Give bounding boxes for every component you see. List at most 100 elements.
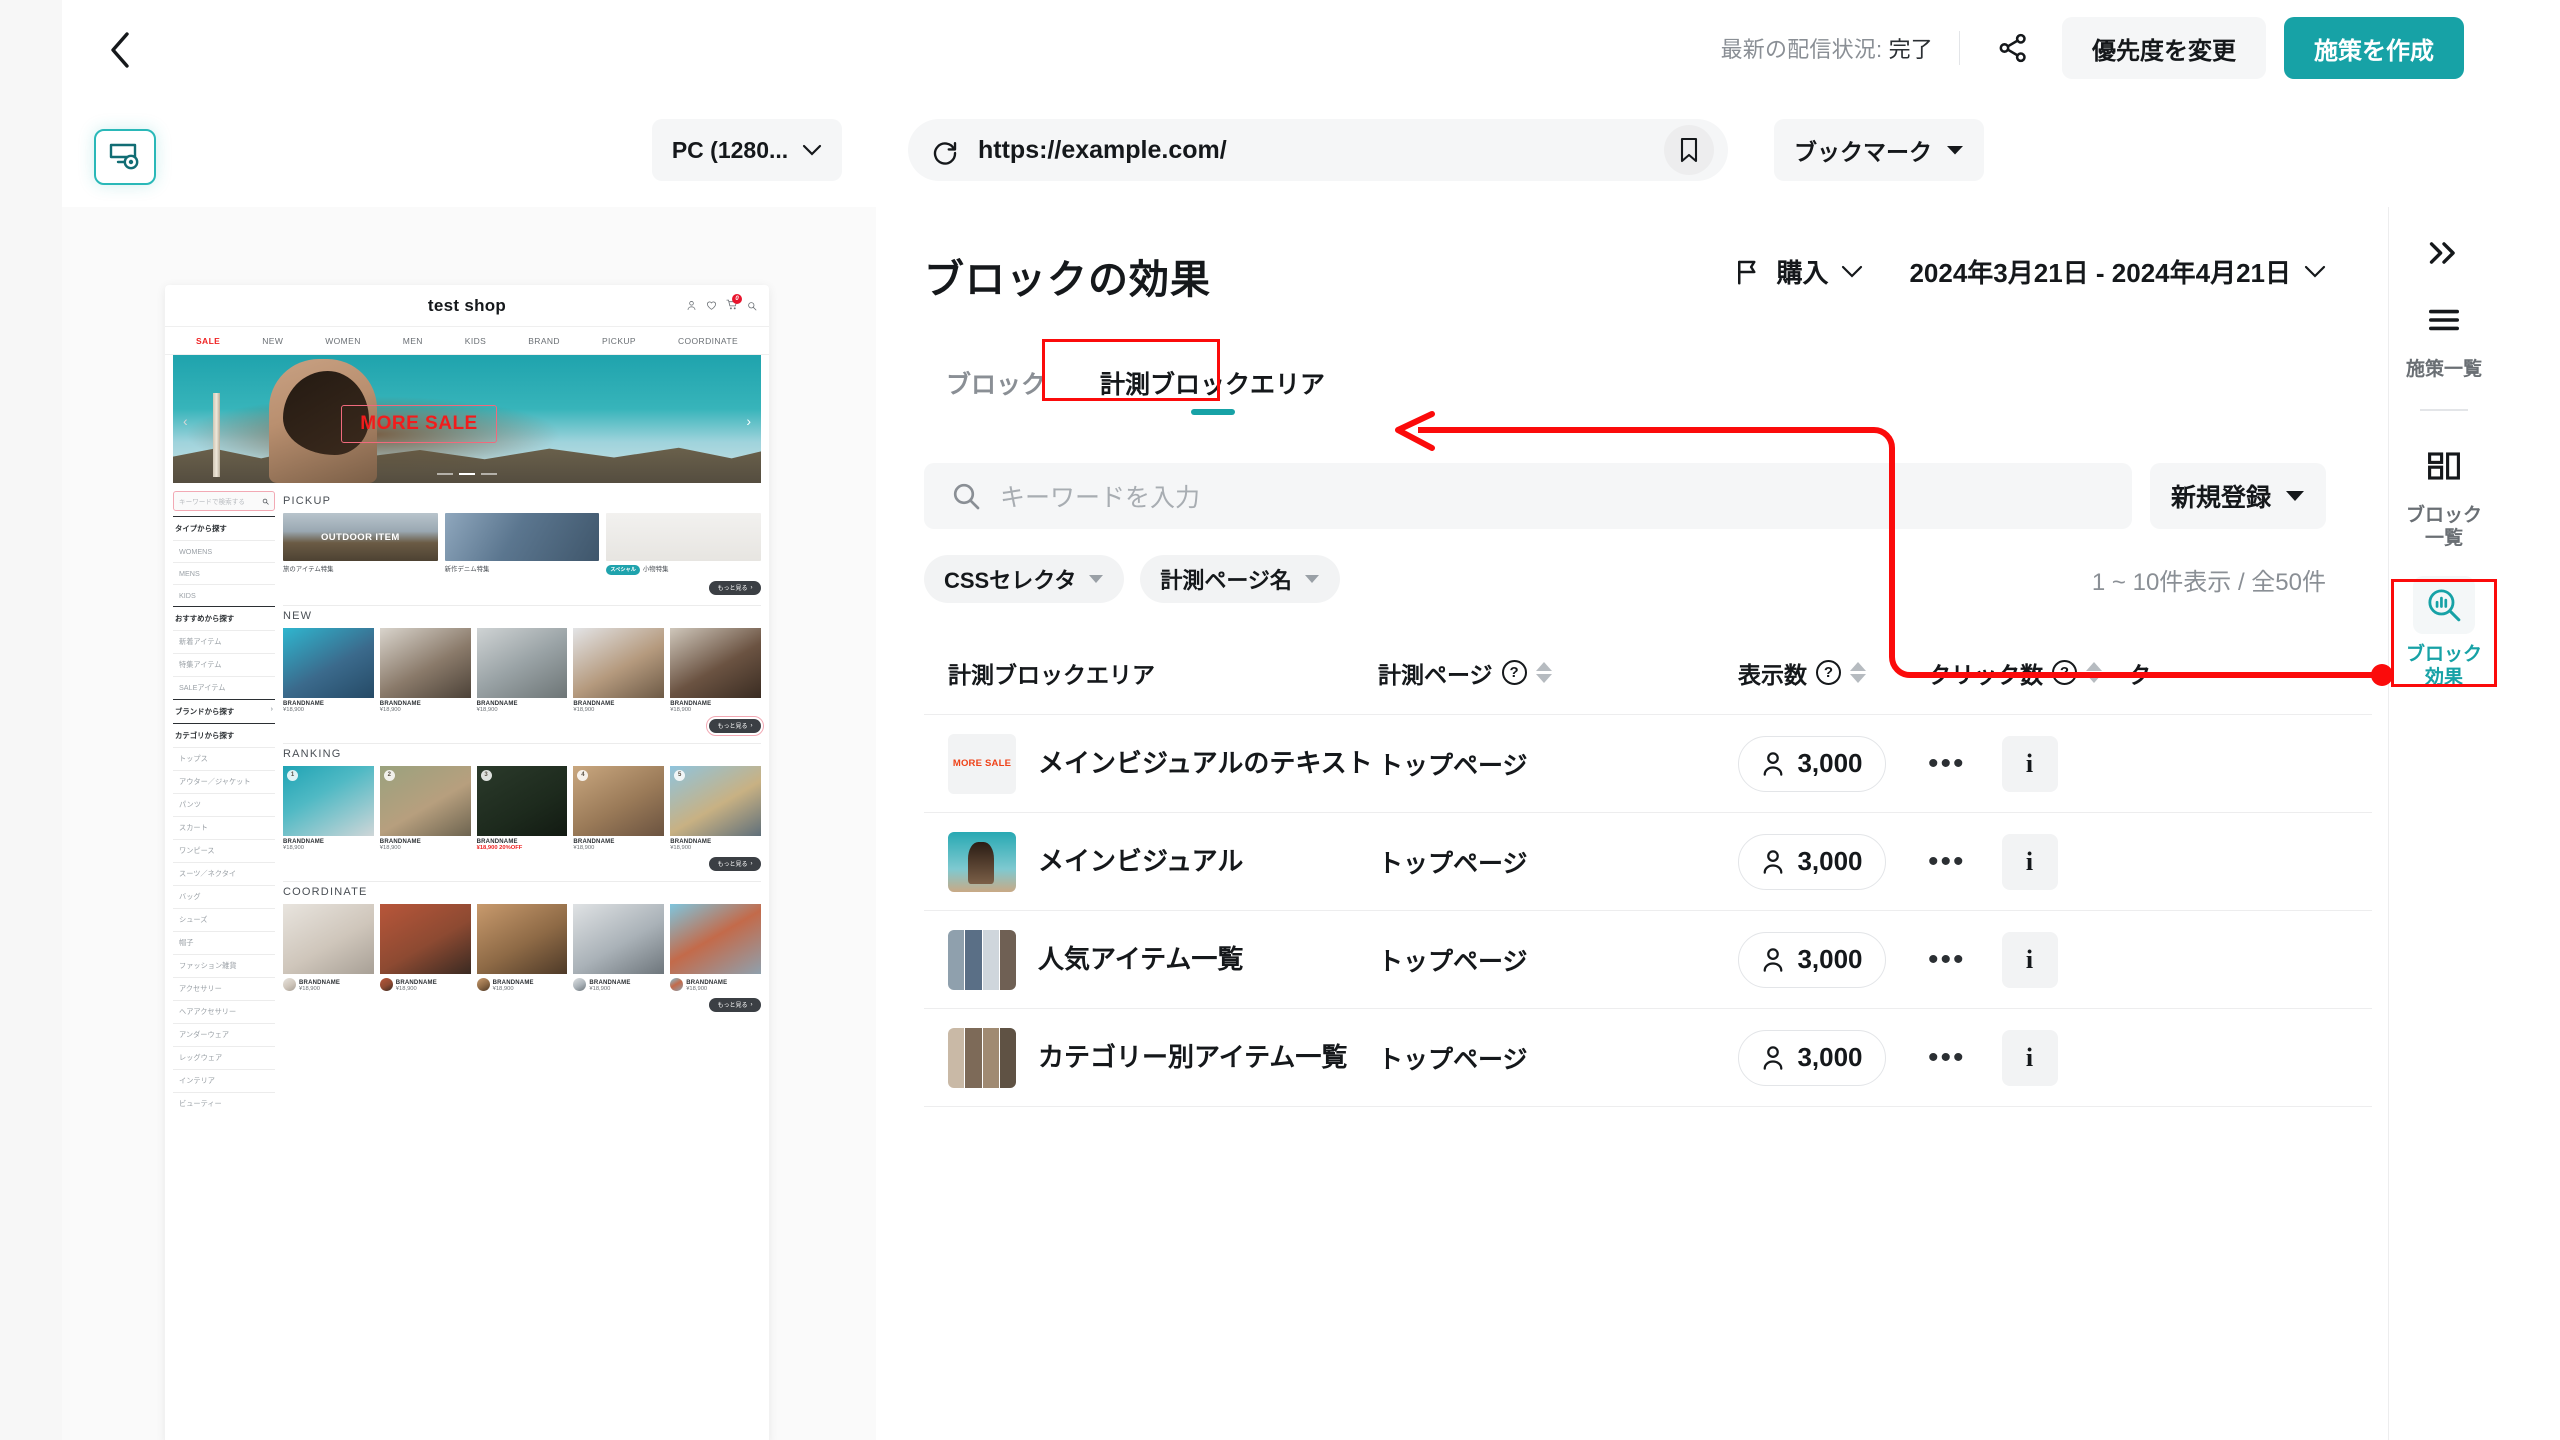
- product-card[interactable]: BRANDNAME ¥18,900: [476, 627, 568, 713]
- table-row[interactable]: MORE SALE メインビジュアルのテキスト トップページ 3,000 •••…: [924, 715, 2372, 813]
- url-field[interactable]: https://example.com/: [908, 119, 1728, 181]
- ranking-more-button[interactable]: もっと見る ›: [709, 856, 761, 871]
- shop-side-item[interactable]: スカート: [173, 816, 275, 839]
- filter-css-selector[interactable]: CSSセレクタ: [924, 555, 1125, 603]
- product-card[interactable]: BRANDNAME ¥18,900: [670, 627, 761, 713]
- table-row[interactable]: メインビジュアル トップページ 3,000 ••• i: [924, 813, 2372, 911]
- column-header-clicks[interactable]: クリック数 ?: [1928, 656, 2128, 690]
- heart-icon[interactable]: [706, 300, 717, 311]
- product-card[interactable]: BRANDNAME ¥18,900: [670, 903, 761, 992]
- date-range-select[interactable]: 2024年3月21日 - 2024年4月21日: [1909, 253, 2326, 290]
- shop-side-item[interactable]: シューズ: [173, 908, 275, 931]
- shop-nav-sale[interactable]: SALE: [196, 336, 220, 346]
- shop-nav-women[interactable]: WOMEN: [325, 336, 361, 346]
- shop-side-item[interactable]: レッグウェア: [173, 1046, 275, 1069]
- pickup-card[interactable]: 新作デニム特集: [444, 513, 600, 575]
- shop-nav-men[interactable]: MEN: [403, 336, 423, 346]
- new-more-button[interactable]: もっと見る ›: [706, 715, 764, 736]
- bookmark-select[interactable]: ブックマーク: [1774, 119, 1984, 181]
- shop-nav-coordinate[interactable]: COORDINATE: [678, 336, 738, 346]
- reload-icon[interactable]: [930, 135, 960, 165]
- search-icon[interactable]: [747, 301, 757, 311]
- shop-side-group[interactable]: ブランドから探す ›: [173, 699, 275, 723]
- product-card[interactable]: BRANDNAME ¥18,900: [573, 903, 665, 992]
- shop-nav-kids[interactable]: KIDS: [465, 336, 486, 346]
- shop-side-item[interactable]: アクセサリー: [173, 977, 275, 1000]
- hero-prev-icon[interactable]: ‹: [183, 413, 188, 429]
- shop-side-item[interactable]: インテリア: [173, 1069, 275, 1092]
- hero-banner[interactable]: MORE SALE ‹ ›: [173, 355, 761, 483]
- sort-toggle-icon[interactable]: [1535, 662, 1552, 683]
- help-icon[interactable]: ?: [1816, 660, 1841, 685]
- product-card[interactable]: 5 BRANDNAME ¥18,900: [670, 765, 761, 851]
- coordinate-more-button[interactable]: もっと見る ›: [709, 997, 761, 1012]
- info-icon[interactable]: i: [2001, 931, 2058, 988]
- shop-side-item[interactable]: バッグ: [173, 885, 275, 908]
- product-card[interactable]: BRANDNAME ¥18,900: [283, 903, 374, 992]
- back-button[interactable]: [96, 26, 144, 74]
- more-horizontal-icon[interactable]: •••: [1928, 846, 1966, 876]
- product-card[interactable]: 1 BRANDNAME ¥18,900: [283, 765, 374, 851]
- shop-side-item[interactable]: アウター／ジャケット: [173, 770, 275, 793]
- shop-side-item[interactable]: ファッション雑貨: [173, 954, 275, 977]
- shop-search-box[interactable]: キーワードで検索する: [173, 491, 275, 511]
- more-horizontal-icon[interactable]: •••: [1928, 748, 1966, 778]
- product-card[interactable]: 3 BRANDNAME ¥18,900 20%OFF: [476, 765, 568, 851]
- shop-side-item[interactable]: アンダーウェア: [173, 1023, 275, 1046]
- product-card[interactable]: BRANDNAME ¥18,900: [379, 627, 471, 713]
- shop-side-item[interactable]: SALEアイテム: [173, 676, 275, 699]
- shop-side-item[interactable]: 帽子: [173, 931, 275, 954]
- change-priority-button[interactable]: 優先度を変更: [2062, 17, 2266, 79]
- search-input[interactable]: キーワードを入力: [924, 463, 2132, 529]
- shop-side-item[interactable]: ヘアアクセサリー: [173, 1000, 275, 1023]
- help-icon[interactable]: ?: [2052, 660, 2077, 685]
- shop-side-item[interactable]: ワンピース: [173, 839, 275, 862]
- sort-toggle-icon[interactable]: [2086, 662, 2102, 683]
- hero-next-icon[interactable]: ›: [746, 413, 751, 429]
- shop-side-group[interactable]: おすすめから探す: [173, 606, 275, 630]
- rail-expand-button[interactable]: [2416, 225, 2472, 281]
- goal-select[interactable]: 購入: [1733, 253, 1863, 290]
- rail-item-block-list[interactable]: ブロック 一覧: [2389, 425, 2499, 564]
- sort-toggle-icon[interactable]: [1850, 662, 1866, 683]
- new-register-button[interactable]: 新規登録: [2150, 463, 2326, 529]
- shop-side-item[interactable]: トップス: [173, 747, 275, 770]
- shop-side-item[interactable]: パンツ: [173, 793, 275, 816]
- info-icon[interactable]: i: [2001, 833, 2058, 890]
- shop-side-group[interactable]: カテゴリから探す: [173, 723, 275, 747]
- product-card[interactable]: 2 BRANDNAME ¥18,900: [379, 765, 471, 851]
- shop-side-item[interactable]: 新着アイテム: [173, 630, 275, 653]
- shop-side-item[interactable]: WOMENS: [173, 540, 275, 562]
- column-header-page[interactable]: 計測ページ ?: [1378, 656, 1738, 690]
- more-horizontal-icon[interactable]: •••: [1928, 1042, 1966, 1072]
- pickup-more-button[interactable]: もっと見る ›: [709, 580, 761, 595]
- pickup-card[interactable]: スペシャル 小物特集: [606, 513, 762, 575]
- table-row[interactable]: 人気アイテム一覧 トップページ 3,000 ••• i: [924, 911, 2372, 1009]
- shop-side-item[interactable]: 特集アイテム: [173, 653, 275, 676]
- rail-item-measure-list[interactable]: 施策一覧: [2389, 279, 2499, 395]
- product-card[interactable]: BRANDNAME ¥18,900: [379, 903, 471, 992]
- account-icon[interactable]: [686, 300, 697, 311]
- shop-nav-pickup[interactable]: PICKUP: [602, 336, 636, 346]
- filter-page-name[interactable]: 計測ページ名: [1140, 555, 1340, 603]
- shop-side-group[interactable]: タイプから探す: [173, 516, 275, 540]
- product-card[interactable]: 4 BRANDNAME ¥18,900: [573, 765, 665, 851]
- bookmark-toggle-button[interactable]: [1664, 125, 1714, 175]
- product-card[interactable]: BRANDNAME ¥18,900: [283, 627, 374, 713]
- tab-block[interactable]: ブロック: [924, 355, 1068, 421]
- create-measure-button[interactable]: 施策を作成: [2284, 17, 2464, 79]
- cart-wrap[interactable]: 0: [726, 294, 742, 312]
- share-button[interactable]: [1986, 21, 2040, 75]
- pickup-card[interactable]: OUTDOOR ITEM 旅のアイテム特集: [283, 513, 438, 575]
- product-card[interactable]: BRANDNAME ¥18,900: [476, 903, 568, 992]
- product-card[interactable]: BRANDNAME ¥18,900: [573, 627, 665, 713]
- shop-nav-new[interactable]: NEW: [262, 336, 283, 346]
- shop-side-item[interactable]: ビューティー: [173, 1092, 275, 1115]
- shop-side-item[interactable]: スーツ／ネクタイ: [173, 862, 275, 885]
- more-horizontal-icon[interactable]: •••: [1928, 944, 1966, 974]
- rail-item-block-effect[interactable]: ブロック 効果: [2389, 564, 2499, 703]
- info-icon[interactable]: i: [2001, 1029, 2058, 1086]
- table-row[interactable]: カテゴリー別アイテム一覧 トップページ 3,000 ••• i: [924, 1009, 2372, 1107]
- shop-side-item[interactable]: KIDS: [173, 584, 275, 606]
- help-icon[interactable]: ?: [1501, 660, 1527, 685]
